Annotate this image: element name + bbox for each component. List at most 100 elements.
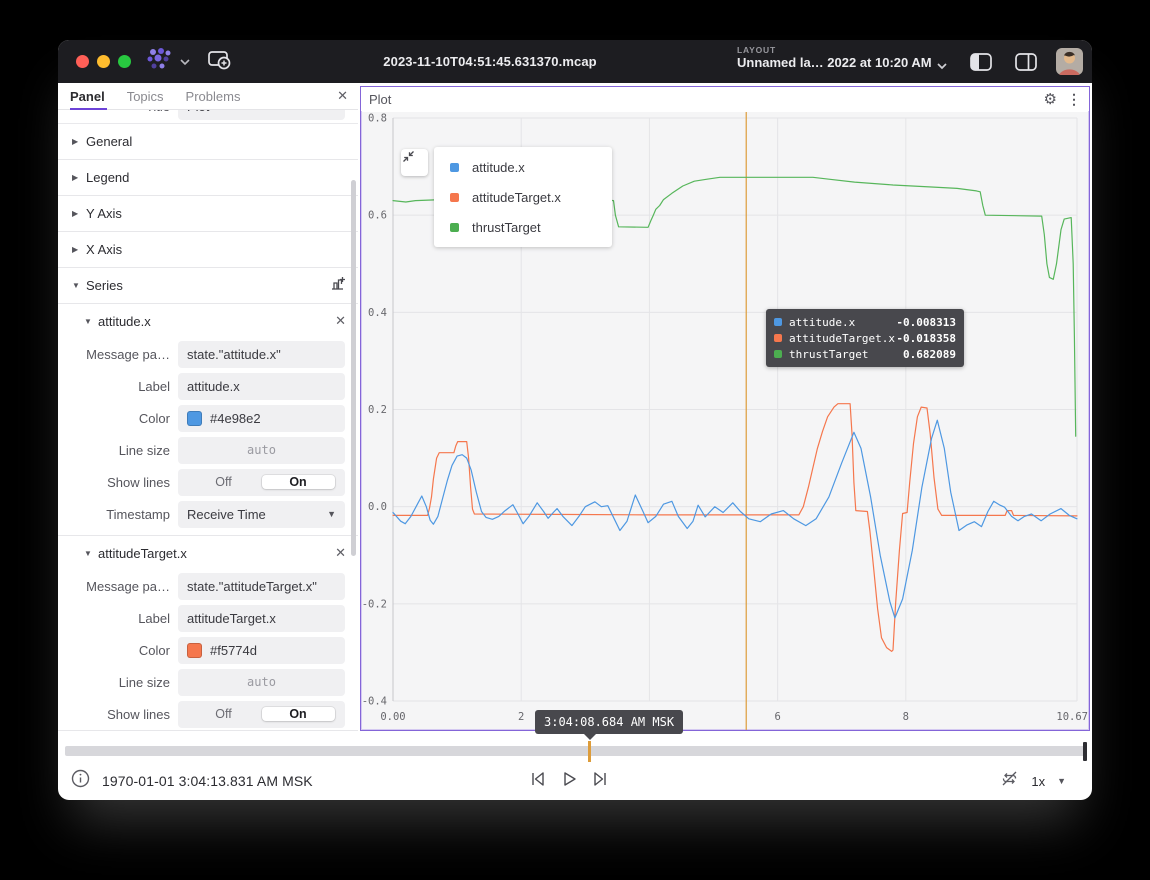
series-color-swatch bbox=[774, 334, 782, 342]
info-icon[interactable] bbox=[71, 769, 90, 793]
sidebar-close-icon[interactable]: ✕ bbox=[337, 88, 348, 104]
sidebar-scrollbar[interactable] bbox=[351, 180, 356, 556]
color-input[interactable]: #4e98e2 bbox=[178, 405, 345, 432]
message-path-input[interactable]: state."attitudeTarget.x" bbox=[178, 573, 345, 600]
title-field-input[interactable]: Plot bbox=[178, 110, 345, 120]
svg-text:8: 8 bbox=[903, 711, 909, 723]
series-header-attitude-x[interactable]: ▼ attitude.x ✕ bbox=[58, 304, 358, 338]
settings-sidebar: Panel Topics Problems ✕ Title Plot ▶ Gen… bbox=[58, 83, 358, 778]
sidebar-tabbar: Panel Topics Problems ✕ bbox=[58, 83, 358, 110]
setting-row-message-path: Message pa… state."attitudeTarget.x" bbox=[58, 570, 358, 602]
foxglove-logo-icon[interactable] bbox=[145, 47, 175, 76]
legend-item[interactable]: attitudeTarget.x bbox=[434, 182, 612, 212]
legend-collapse-button[interactable] bbox=[401, 149, 428, 176]
color-swatch[interactable] bbox=[187, 643, 202, 658]
svg-text:2: 2 bbox=[518, 711, 524, 723]
tooltip-row: attitudeTarget.x -0.018358 bbox=[774, 330, 956, 346]
section-y-axis[interactable]: ▶ Y Axis bbox=[58, 196, 358, 232]
panel-settings-gear-icon[interactable]: ⚙ bbox=[1044, 92, 1057, 107]
plot-canvas[interactable]: 0.80.60.40.20.0-0.2-0.40.00246810.67 att… bbox=[362, 112, 1088, 729]
minimize-window-button[interactable] bbox=[97, 55, 110, 68]
show-lines-off-button[interactable]: Off bbox=[187, 707, 260, 721]
panel-menu-kebab-icon[interactable]: ⋮ bbox=[1067, 92, 1081, 106]
svg-text:6: 6 bbox=[774, 711, 780, 723]
setting-row-label: Label attitudeTarget.x bbox=[58, 602, 358, 634]
setting-row-line-size: Line size auto bbox=[58, 666, 358, 698]
series-header-attitude-target-x[interactable]: ▼ attitudeTarget.x ✕ bbox=[58, 536, 358, 570]
playback-timestamp: 1970-01-01 3:04:13.831 AM MSK bbox=[102, 773, 313, 789]
series-color-swatch bbox=[774, 318, 782, 326]
user-avatar[interactable] bbox=[1056, 48, 1083, 75]
plot-hover-tooltip: attitude.x -0.008313 attitudeTarget.x -0… bbox=[766, 309, 964, 367]
caret-down-icon: ▼ bbox=[84, 549, 96, 558]
plot-legend: attitude.x attitudeTarget.x thrustTarget bbox=[434, 147, 612, 247]
setting-row-color: Color #f5774d bbox=[58, 634, 358, 666]
left-sidebar-toggle-icon[interactable] bbox=[968, 49, 994, 75]
series-color-swatch bbox=[450, 163, 459, 172]
legend-item[interactable]: attitude.x bbox=[434, 152, 612, 182]
svg-text:0.6: 0.6 bbox=[368, 210, 387, 222]
svg-text:-0.2: -0.2 bbox=[362, 598, 387, 610]
scrubber-playhead[interactable] bbox=[1083, 742, 1087, 761]
line-size-input[interactable]: auto bbox=[178, 669, 345, 696]
color-swatch[interactable] bbox=[187, 411, 202, 426]
zoom-window-button[interactable] bbox=[118, 55, 131, 68]
caret-right-icon: ▶ bbox=[72, 137, 84, 146]
tab-topics[interactable]: Topics bbox=[105, 83, 164, 110]
data-source-chevron-icon[interactable] bbox=[179, 53, 191, 71]
label-input[interactable]: attitude.x bbox=[178, 373, 345, 400]
setting-row-message-path: Message pa… state."attitude.x" bbox=[58, 338, 358, 370]
show-lines-on-button[interactable]: On bbox=[262, 707, 335, 721]
svg-text:0.4: 0.4 bbox=[368, 307, 387, 319]
series-color-swatch bbox=[450, 193, 459, 202]
remove-series-icon[interactable]: ✕ bbox=[335, 313, 346, 329]
loop-off-icon[interactable] bbox=[1000, 769, 1019, 793]
remove-series-icon[interactable]: ✕ bbox=[335, 545, 346, 561]
app-window: 2023-11-10T04:51:45.631370.mcap LAYOUT U… bbox=[58, 40, 1092, 800]
svg-text:10.67: 10.67 bbox=[1056, 711, 1088, 723]
add-series-icon[interactable] bbox=[330, 275, 346, 296]
playback-controls-bar: 1970-01-01 3:04:13.831 AM MSK bbox=[58, 762, 1092, 800]
setting-row-label: Label attitude.x bbox=[58, 370, 358, 402]
label-input[interactable]: attitudeTarget.x bbox=[178, 605, 345, 632]
close-window-button[interactable] bbox=[76, 55, 89, 68]
section-x-axis[interactable]: ▶ X Axis bbox=[58, 232, 358, 268]
setting-row-line-size: Line size auto bbox=[58, 434, 358, 466]
legend-item[interactable]: thrustTarget bbox=[434, 212, 612, 242]
svg-text:-0.4: -0.4 bbox=[362, 696, 387, 708]
line-size-input[interactable]: auto bbox=[178, 437, 345, 464]
section-series[interactable]: ▼ Series bbox=[58, 268, 358, 304]
section-general[interactable]: ▶ General bbox=[58, 124, 358, 160]
playback-speed[interactable]: 1x bbox=[1031, 774, 1045, 789]
caret-right-icon: ▶ bbox=[72, 209, 84, 218]
color-input[interactable]: #f5774d bbox=[178, 637, 345, 664]
setting-row-timestamp: Timestamp Receive Time ▼ bbox=[58, 498, 358, 530]
seek-end-button[interactable] bbox=[590, 769, 610, 794]
section-legend[interactable]: ▶ Legend bbox=[58, 160, 358, 196]
timestamp-select[interactable]: Receive Time ▼ bbox=[178, 501, 345, 528]
caret-down-icon: ▼ bbox=[84, 317, 96, 326]
right-sidebar-toggle-icon[interactable] bbox=[1013, 49, 1039, 75]
chevron-down-icon: ▼ bbox=[327, 509, 336, 519]
show-lines-toggle: Off On bbox=[178, 701, 345, 728]
play-button[interactable] bbox=[559, 769, 579, 794]
plot-panel: Plot ⚙ ⋮ 0.80.60.40.20.0-0.2-0.40.002468… bbox=[360, 86, 1090, 731]
seek-start-button[interactable] bbox=[528, 769, 548, 794]
titlebar: 2023-11-10T04:51:45.631370.mcap LAYOUT U… bbox=[58, 40, 1092, 83]
caret-right-icon: ▶ bbox=[72, 173, 84, 182]
layout-chevron-icon[interactable] bbox=[936, 57, 948, 75]
chevron-down-icon[interactable]: ▼ bbox=[1057, 776, 1066, 786]
data-source-title[interactable]: 2023-11-10T04:51:45.631370.mcap bbox=[383, 40, 596, 83]
tab-panel[interactable]: Panel bbox=[58, 83, 105, 110]
layout-name: Unnamed la… 2022 at 10:20 AM bbox=[737, 55, 957, 70]
svg-text:0.2: 0.2 bbox=[368, 404, 387, 416]
tooltip-row: attitude.x -0.008313 bbox=[774, 314, 956, 330]
add-panel-icon[interactable] bbox=[207, 48, 231, 75]
message-path-input[interactable]: state."attitude.x" bbox=[178, 341, 345, 368]
playback-scrubber[interactable] bbox=[65, 746, 1085, 756]
tab-problems[interactable]: Problems bbox=[164, 83, 241, 110]
layout-selector[interactable]: LAYOUT Unnamed la… 2022 at 10:20 AM bbox=[737, 45, 957, 70]
plot-panel-header[interactable]: Plot ⚙ ⋮ bbox=[361, 87, 1089, 111]
show-lines-on-button[interactable]: On bbox=[262, 475, 335, 489]
show-lines-off-button[interactable]: Off bbox=[187, 475, 260, 489]
